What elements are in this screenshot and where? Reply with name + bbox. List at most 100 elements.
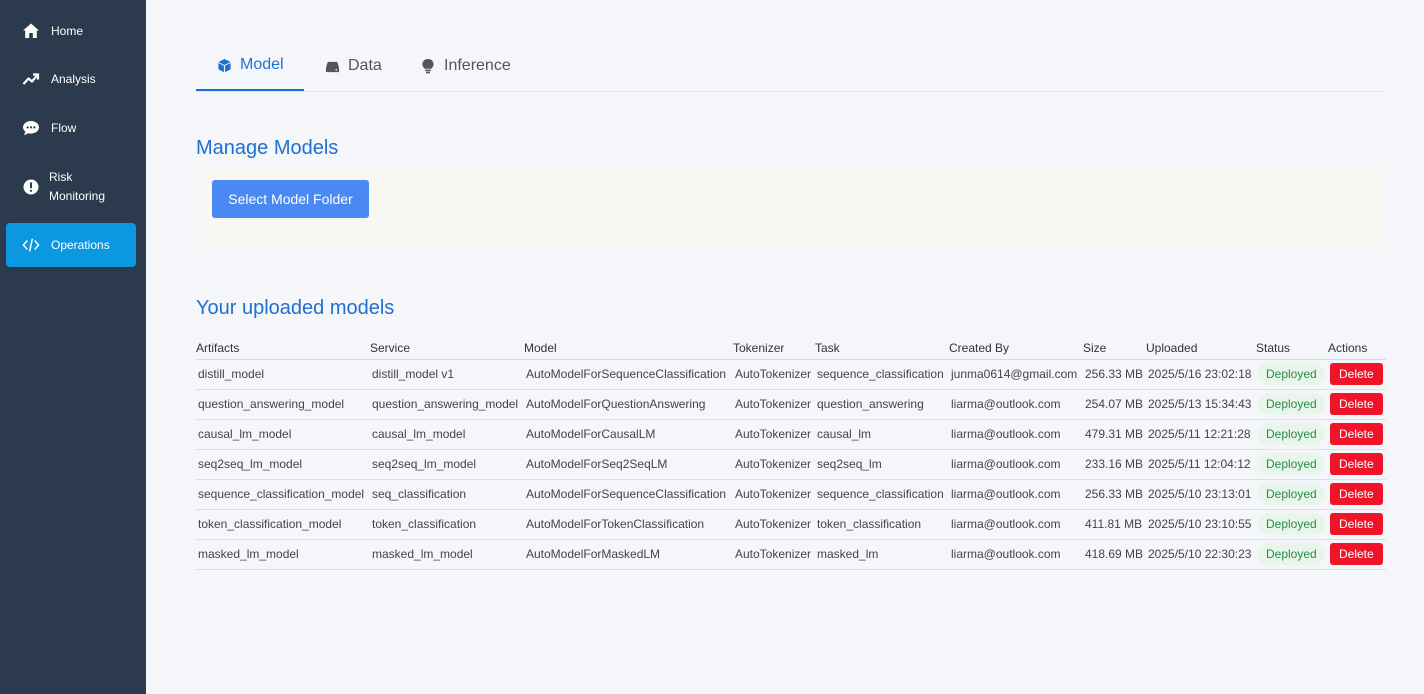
column-header-created-by: Created By: [949, 338, 1083, 360]
cell-model: AutoModelForSequenceClassification: [524, 479, 733, 510]
sidebar-item-label: Analysis: [51, 71, 96, 86]
table-row: causal_lm_model causal_lm_model AutoMode…: [196, 419, 1386, 450]
cell-artifacts: seq2seq_lm_model: [196, 449, 370, 480]
cell-uploaded: 2025/5/11 12:21:28: [1146, 419, 1256, 450]
cell-tokenizer: AutoTokenizer: [733, 389, 815, 420]
table-row: token_classification_model token_classif…: [196, 509, 1386, 540]
chat-icon: [22, 119, 40, 137]
sidebar-item-risk-monitoring[interactable]: Risk Monitoring: [6, 158, 136, 216]
sidebar: Home Analysis Flow Risk Monitoring Opera…: [0, 0, 146, 694]
cell-artifacts: distill_model: [196, 359, 370, 390]
cell-status: Deployed: [1256, 359, 1328, 390]
cell-status: Deployed: [1256, 419, 1328, 450]
cell-uploaded: 2025/5/10 22:30:23: [1146, 539, 1256, 570]
delete-button[interactable]: Delete: [1330, 453, 1383, 475]
cell-tokenizer: AutoTokenizer: [733, 419, 815, 450]
cell-task: sequence_classification: [815, 359, 949, 390]
delete-button[interactable]: Delete: [1330, 423, 1383, 445]
sidebar-item-flow[interactable]: Flow: [6, 107, 136, 149]
cell-service: token_classification: [370, 509, 524, 540]
cell-actions: Delete: [1328, 539, 1386, 570]
sidebar-item-label: Home: [51, 23, 84, 38]
table-header-row: Artifacts Service Model Tokenizer Task C…: [196, 338, 1386, 360]
select-model-folder-button[interactable]: Select Model Folder: [212, 180, 369, 218]
delete-button[interactable]: Delete: [1330, 543, 1383, 565]
cell-created-by: liarma@outlook.com: [949, 419, 1083, 450]
cell-uploaded: 2025/5/16 23:02:18: [1146, 359, 1256, 390]
cell-size: 233.16 MB: [1083, 449, 1146, 480]
column-header-model: Model: [524, 338, 733, 360]
tab-data[interactable]: Data: [324, 41, 382, 91]
sidebar-item-label-line2: Monitoring: [49, 189, 106, 203]
status-badge: Deployed: [1258, 393, 1325, 415]
cell-service: masked_lm_model: [370, 539, 524, 570]
tab-inference[interactable]: Inference: [420, 41, 511, 91]
table-row: distill_model distill_model v1 AutoModel…: [196, 359, 1386, 390]
cell-task: question_answering: [815, 389, 949, 420]
cell-status: Deployed: [1256, 539, 1328, 570]
status-badge: Deployed: [1258, 543, 1325, 565]
sidebar-item-label: Flow: [51, 120, 77, 135]
cell-artifacts: causal_lm_model: [196, 419, 370, 450]
status-badge: Deployed: [1258, 363, 1325, 385]
cell-uploaded: 2025/5/11 12:04:12: [1146, 449, 1256, 480]
cell-service: seq_classification: [370, 479, 524, 510]
cell-task: sequence_classification: [815, 479, 949, 510]
cell-actions: Delete: [1328, 389, 1386, 420]
status-badge: Deployed: [1258, 453, 1325, 475]
tab-model[interactable]: Model: [196, 41, 304, 91]
column-header-status: Status: [1256, 338, 1328, 360]
alert-icon: [22, 178, 40, 196]
uploaded-models-title: Your uploaded models: [196, 297, 395, 319]
cell-actions: Delete: [1328, 359, 1386, 390]
column-header-uploaded: Uploaded: [1146, 338, 1256, 360]
cell-size: 256.33 MB: [1083, 359, 1146, 390]
cell-actions: Delete: [1328, 419, 1386, 450]
cell-tokenizer: AutoTokenizer: [733, 479, 815, 510]
cell-task: causal_lm: [815, 419, 949, 450]
table-row: question_answering_model question_answer…: [196, 389, 1386, 420]
lightbulb-icon: [420, 58, 436, 74]
cell-tokenizer: AutoTokenizer: [733, 509, 815, 540]
column-header-tokenizer: Tokenizer: [733, 338, 815, 360]
cell-created-by: liarma@outlook.com: [949, 539, 1083, 570]
home-icon: [22, 22, 40, 40]
tab-label: Model: [240, 56, 284, 73]
sidebar-item-label: Operations: [51, 237, 110, 252]
cell-model: AutoModelForSequenceClassification: [524, 359, 733, 390]
sidebar-item-label: Risk Monitoring: [49, 168, 105, 206]
cell-created-by: liarma@outlook.com: [949, 389, 1083, 420]
manage-models-card: [196, 165, 1386, 246]
status-badge: Deployed: [1258, 423, 1325, 445]
cube-icon: [216, 57, 232, 73]
cell-model: AutoModelForMaskedLM: [524, 539, 733, 570]
cell-service: causal_lm_model: [370, 419, 524, 450]
delete-button[interactable]: Delete: [1330, 393, 1383, 415]
sidebar-item-operations[interactable]: Operations: [6, 223, 136, 267]
cell-created-by: liarma@outlook.com: [949, 479, 1083, 510]
cell-service: seq2seq_lm_model: [370, 449, 524, 480]
delete-button[interactable]: Delete: [1330, 363, 1383, 385]
cell-size: 479.31 MB: [1083, 419, 1146, 450]
sidebar-item-analysis[interactable]: Analysis: [6, 58, 136, 100]
delete-button[interactable]: Delete: [1330, 513, 1383, 535]
cell-model: AutoModelForTokenClassification: [524, 509, 733, 540]
models-table: Artifacts Service Model Tokenizer Task C…: [196, 338, 1386, 570]
cell-actions: Delete: [1328, 509, 1386, 540]
code-icon: [22, 236, 40, 254]
cell-task: token_classification: [815, 509, 949, 540]
cell-task: masked_lm: [815, 539, 949, 570]
delete-button[interactable]: Delete: [1330, 483, 1383, 505]
sidebar-item-home[interactable]: Home: [6, 10, 136, 52]
cell-created-by: liarma@outlook.com: [949, 509, 1083, 540]
table-row: sequence_classification_model seq_classi…: [196, 479, 1386, 510]
sidebar-item-label-line1: Risk: [49, 170, 73, 184]
table-row: masked_lm_model masked_lm_model AutoMode…: [196, 539, 1386, 570]
cell-artifacts: sequence_classification_model: [196, 479, 370, 510]
cell-tokenizer: AutoTokenizer: [733, 449, 815, 480]
column-header-task: Task: [815, 338, 949, 360]
cell-uploaded: 2025/5/10 23:13:01: [1146, 479, 1256, 510]
cell-size: 418.69 MB: [1083, 539, 1146, 570]
cell-task: seq2seq_lm: [815, 449, 949, 480]
status-badge: Deployed: [1258, 483, 1325, 505]
